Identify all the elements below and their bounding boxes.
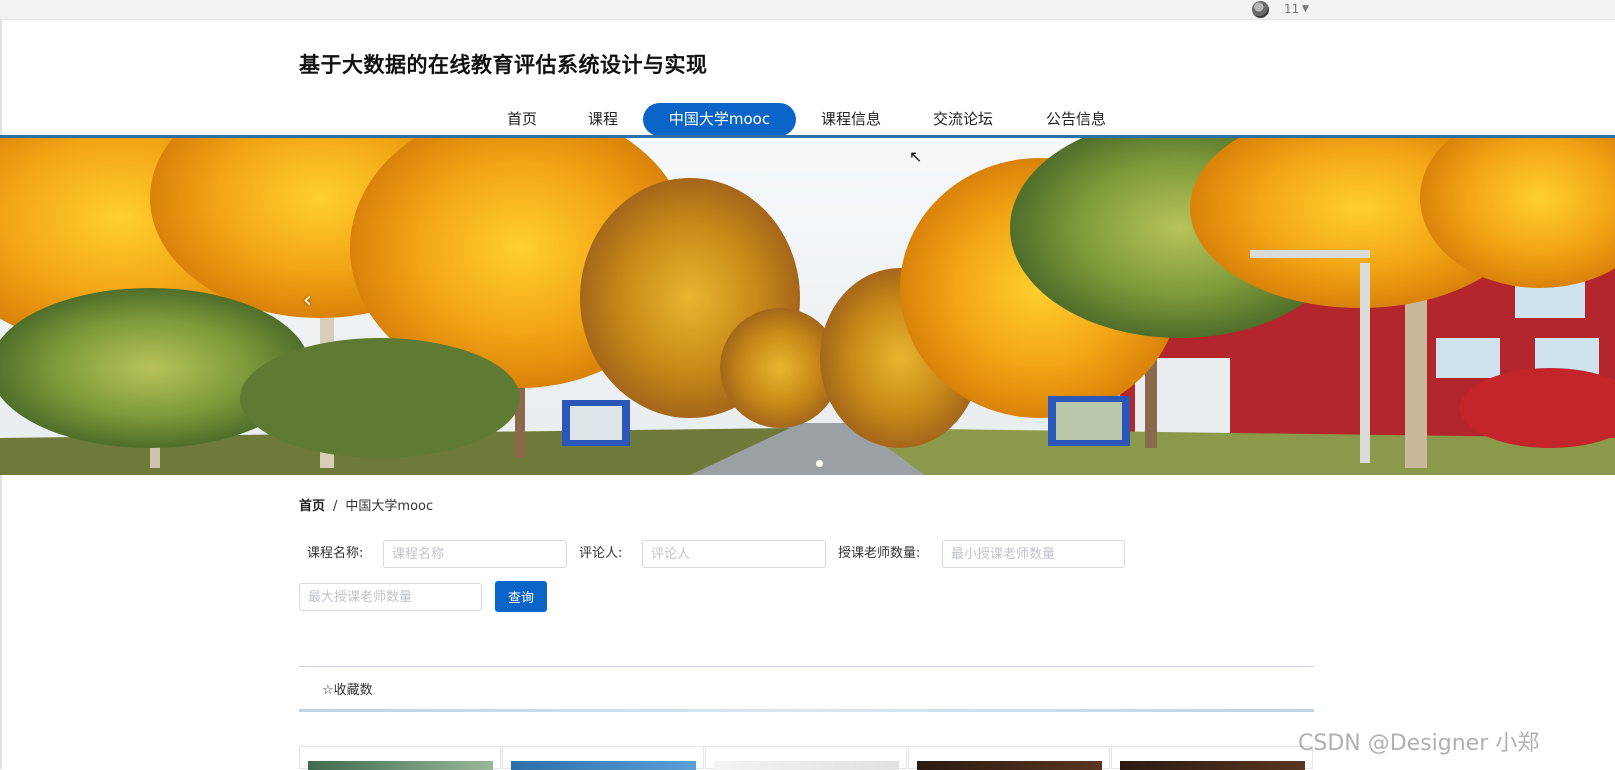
- course-name-input[interactable]: [383, 540, 567, 568]
- banner-carousel[interactable]: ‹: [0, 138, 1615, 475]
- top-bar: 11 ▼: [0, 0, 1615, 20]
- mouse-cursor-icon: ↖: [909, 147, 923, 166]
- reviewer-label: 评论人:: [579, 546, 623, 561]
- user-avatar[interactable]: [1252, 1, 1269, 18]
- course-card[interactable]: [705, 746, 907, 770]
- course-card[interactable]: [502, 746, 704, 770]
- course-card[interactable]: [908, 746, 1110, 770]
- query-button[interactable]: 查询: [495, 581, 547, 612]
- sort-favorites-label: 收藏数: [333, 683, 373, 698]
- sort-bar-bottom-border: [299, 709, 1314, 712]
- breadcrumb: 首页 / 中国大学mooc: [299, 495, 433, 514]
- carousel-dot[interactable]: [816, 460, 823, 467]
- username[interactable]: 11: [1284, 1, 1299, 17]
- watermark: CSDN @Designer 小郑: [1298, 731, 1540, 756]
- sort-favorites[interactable]: ☆收藏数: [322, 679, 373, 698]
- course-name-label: 课程名称:: [307, 546, 364, 561]
- nav-item-announcements[interactable]: 公告信息: [1040, 103, 1112, 136]
- main-nav: 首页 课程 中国大学mooc 课程信息 交流论坛 公告信息: [0, 103, 1615, 136]
- chevron-left-icon[interactable]: ‹: [303, 288, 312, 313]
- nav-item-forum[interactable]: 交流论坛: [927, 103, 999, 136]
- nav-item-courses[interactable]: 课程: [576, 103, 630, 136]
- reviewer-input[interactable]: [642, 540, 826, 568]
- nav-item-course-info[interactable]: 课程信息: [815, 103, 887, 136]
- breadcrumb-separator: /: [333, 499, 338, 514]
- nav-item-mooc[interactable]: 中国大学mooc: [643, 103, 796, 136]
- banner-image: [0, 138, 1615, 475]
- course-card[interactable]: [1111, 746, 1313, 770]
- min-teacher-count-input[interactable]: [942, 540, 1125, 568]
- course-card-list: [299, 746, 1314, 770]
- star-icon: ☆: [322, 683, 334, 698]
- course-card[interactable]: [299, 746, 501, 770]
- site-title: 基于大数据的在线教育评估系统设计与实现: [299, 53, 708, 77]
- breadcrumb-home[interactable]: 首页: [299, 499, 325, 514]
- nav-item-home[interactable]: 首页: [495, 103, 549, 136]
- max-teacher-count-input[interactable]: [299, 583, 482, 611]
- caret-down-icon[interactable]: ▼: [1302, 1, 1309, 17]
- teacher-count-label: 授课老师数量:: [838, 546, 921, 561]
- breadcrumb-current: 中国大学mooc: [345, 499, 434, 514]
- sort-bar-top-border: [299, 666, 1314, 667]
